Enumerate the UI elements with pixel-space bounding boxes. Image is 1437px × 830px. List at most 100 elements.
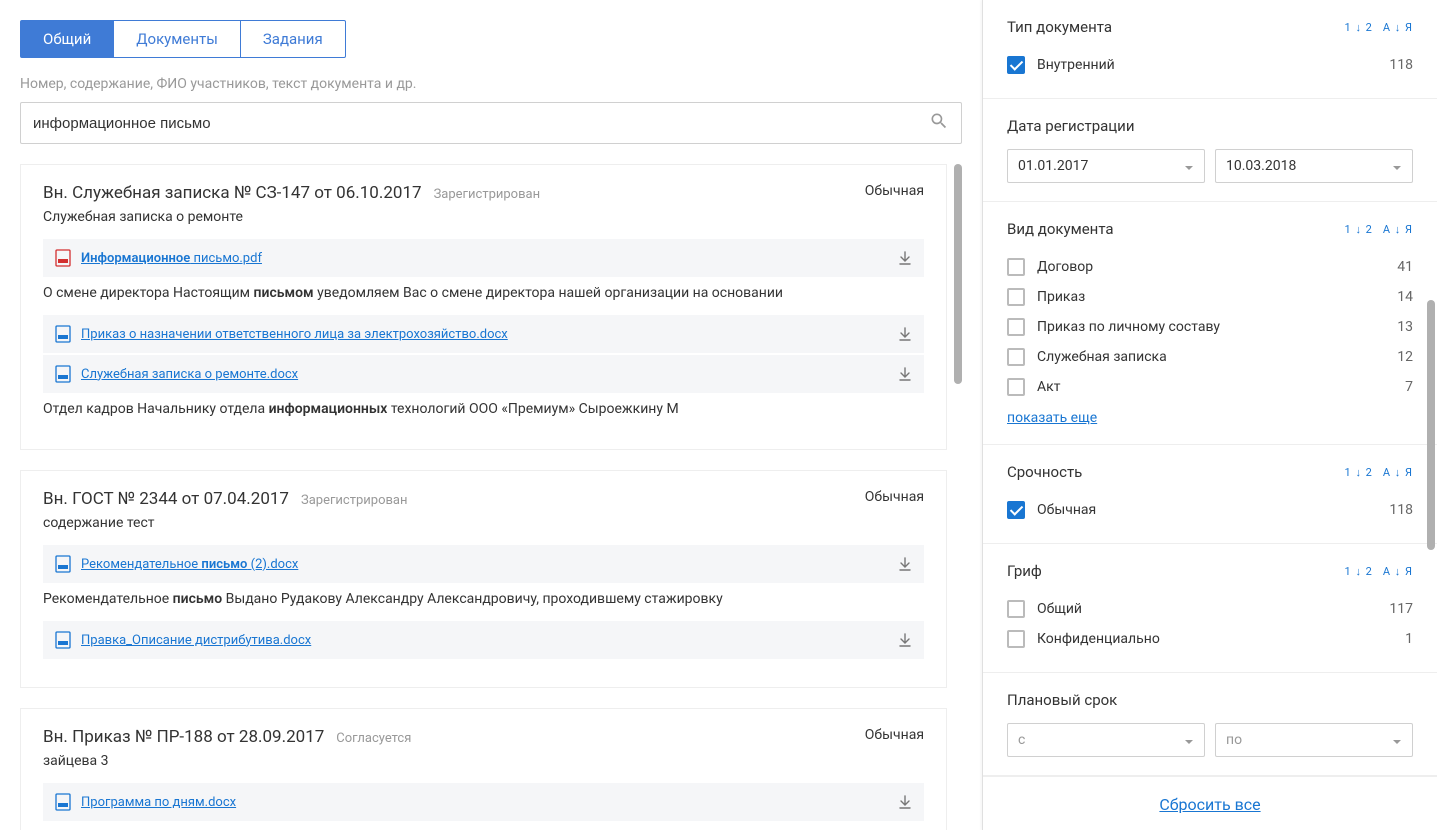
chevron-down-icon <box>1392 161 1402 171</box>
attachment-link[interactable]: Правка_Описание дистрибутива.docx <box>81 633 890 648</box>
attachment-link[interactable]: Рекомендательное письмо (2).docx <box>81 557 890 572</box>
checkbox[interactable] <box>1007 630 1025 648</box>
search-input[interactable] <box>21 105 917 142</box>
results-list: Вн. Служебная записка № СЗ-147 от 06.10.… <box>20 164 962 830</box>
checkbox[interactable] <box>1007 56 1025 74</box>
tab-documents[interactable]: Документы <box>114 21 241 57</box>
attachment-description: Рекомендательное письмо Выдано Рудакову … <box>43 585 924 621</box>
filter-item[interactable]: Служебная записка 12 <box>1007 342 1413 372</box>
reset-link[interactable]: Сбросить все <box>1159 795 1260 814</box>
show-more-link[interactable]: показать еще <box>1007 410 1097 426</box>
date-from[interactable]: с <box>1007 723 1205 757</box>
filter-item[interactable]: Общий 117 <box>1007 594 1413 624</box>
filter-item[interactable]: Договор 41 <box>1007 252 1413 282</box>
checkbox[interactable] <box>1007 258 1025 276</box>
checkbox[interactable] <box>1007 600 1025 618</box>
attachment-description: Отдел кадров Начальнику отдела информаци… <box>43 395 924 431</box>
filter-title: Плановый срок <box>1007 691 1117 709</box>
filter-label: Общий <box>1037 601 1389 617</box>
sort-numeric[interactable]: 1 ↓ 2 <box>1345 21 1373 34</box>
main-column: Общий Документы Задания Номер, содержани… <box>0 0 982 830</box>
download-icon[interactable] <box>898 795 912 809</box>
checkbox[interactable] <box>1007 378 1025 396</box>
filter-count: 7 <box>1405 379 1413 395</box>
attachment-row: Информационное письмо.pdf <box>43 239 924 277</box>
attachment-row: Правка_Описание дистрибутива.docx <box>43 621 924 659</box>
filter-section-stamp: Гриф 1 ↓ 2 А ↓ Я Общий 117 Конфиденциаль… <box>983 544 1437 673</box>
sort-controls: 1 ↓ 2 А ↓ Я <box>1345 565 1413 578</box>
chevron-down-icon <box>1184 735 1194 745</box>
sort-alpha[interactable]: А ↓ Я <box>1383 21 1413 34</box>
filter-item[interactable]: Приказ по личному составу 13 <box>1007 312 1413 342</box>
sort-controls: 1 ↓ 2 А ↓ Я <box>1345 21 1413 34</box>
date-to[interactable]: по <box>1215 723 1413 757</box>
scrollbar[interactable] <box>1427 300 1435 550</box>
filter-count: 41 <box>1397 259 1413 275</box>
filter-label: Служебная записка <box>1037 349 1397 365</box>
search-box <box>20 102 962 144</box>
filter-section-urgency: Срочность 1 ↓ 2 А ↓ Я Обычная 118 <box>983 445 1437 544</box>
filter-label: Приказ <box>1037 289 1397 305</box>
filter-title: Срочность <box>1007 463 1082 481</box>
doc-card[interactable]: Вн. Служебная записка № СЗ-147 от 06.10.… <box>20 164 947 450</box>
sort-numeric[interactable]: 1 ↓ 2 <box>1345 223 1373 236</box>
doc-title: Вн. Приказ № ПР-188 от 28.09.2017 <box>43 727 324 747</box>
doc-subtitle: Служебная записка о ремонте <box>43 209 924 225</box>
filter-section-dockind: Вид документа 1 ↓ 2 А ↓ Я Договор 41 При… <box>983 202 1437 445</box>
tab-tasks[interactable]: Задания <box>241 21 345 57</box>
date-from[interactable]: 01.01.2017 <box>1007 149 1205 183</box>
filter-label: Внутренний <box>1037 57 1389 73</box>
filter-item[interactable]: Внутренний 118 <box>1007 50 1413 80</box>
download-icon[interactable] <box>898 327 912 341</box>
doc-priority: Обычная <box>865 489 924 505</box>
download-icon[interactable] <box>898 633 912 647</box>
search-icon[interactable] <box>917 103 961 143</box>
filters-sidebar: Тип документа 1 ↓ 2 А ↓ Я Внутренний 118… <box>982 0 1437 830</box>
download-icon[interactable] <box>898 367 912 381</box>
checkbox[interactable] <box>1007 288 1025 306</box>
checkbox[interactable] <box>1007 501 1025 519</box>
filter-label: Конфиденциально <box>1037 631 1405 647</box>
sort-alpha[interactable]: А ↓ Я <box>1383 466 1413 479</box>
filter-count: 118 <box>1389 502 1413 518</box>
tab-general[interactable]: Общий <box>21 21 114 57</box>
filter-label: Договор <box>1037 259 1397 275</box>
sort-controls: 1 ↓ 2 А ↓ Я <box>1345 223 1413 236</box>
sort-alpha[interactable]: А ↓ Я <box>1383 565 1413 578</box>
sort-numeric[interactable]: 1 ↓ 2 <box>1345 466 1373 479</box>
checkbox[interactable] <box>1007 348 1025 366</box>
filter-title: Вид документа <box>1007 220 1114 238</box>
filter-title: Гриф <box>1007 562 1042 580</box>
attachment-row: Приказ о назначении ответственного лица … <box>43 315 924 353</box>
attachment-link[interactable]: Программа по дням.docx <box>81 795 890 810</box>
doc-card[interactable]: Вн. ГОСТ № 2344 от 07.04.2017 Зарегистри… <box>20 470 947 688</box>
reset-bar: Сбросить все <box>983 776 1437 830</box>
filter-section-regdate: Дата регистрации 01.01.2017 10.03.2018 <box>983 99 1437 202</box>
doc-priority: Обычная <box>865 727 924 743</box>
attachment-row: Служебная записка о ремонте.docx <box>43 355 924 393</box>
doc-title: Вн. Служебная записка № СЗ-147 от 06.10.… <box>43 183 422 203</box>
filter-title: Дата регистрации <box>1007 117 1135 135</box>
download-icon[interactable] <box>898 251 912 265</box>
filter-label: Акт <box>1037 379 1405 395</box>
checkbox[interactable] <box>1007 318 1025 336</box>
search-hint: Номер, содержание, ФИО участников, текст… <box>20 76 962 92</box>
sort-numeric[interactable]: 1 ↓ 2 <box>1345 565 1373 578</box>
attachment-description: О смене директора Настоящим письмом увед… <box>43 279 924 315</box>
attachment-link[interactable]: Служебная записка о ремонте.docx <box>81 367 890 382</box>
doc-card[interactable]: Вн. Приказ № ПР-188 от 28.09.2017 Соглас… <box>20 708 947 830</box>
attachment-row: Рекомендательное письмо (2).docx <box>43 545 924 583</box>
filter-item[interactable]: Конфиденциально 1 <box>1007 624 1413 654</box>
filter-count: 12 <box>1397 349 1413 365</box>
date-to[interactable]: 10.03.2018 <box>1215 149 1413 183</box>
filter-item[interactable]: Обычная 118 <box>1007 495 1413 525</box>
sort-alpha[interactable]: А ↓ Я <box>1383 223 1413 236</box>
attachment-link[interactable]: Приказ о назначении ответственного лица … <box>81 327 890 342</box>
filter-title: Тип документа <box>1007 18 1112 36</box>
filter-item[interactable]: Приказ 14 <box>1007 282 1413 312</box>
filter-item[interactable]: Акт 7 <box>1007 372 1413 402</box>
download-icon[interactable] <box>898 557 912 571</box>
attachment-link[interactable]: Информационное письмо.pdf <box>81 251 890 266</box>
filter-count: 1 <box>1405 631 1413 647</box>
filter-label: Приказ по личному составу <box>1037 319 1397 335</box>
